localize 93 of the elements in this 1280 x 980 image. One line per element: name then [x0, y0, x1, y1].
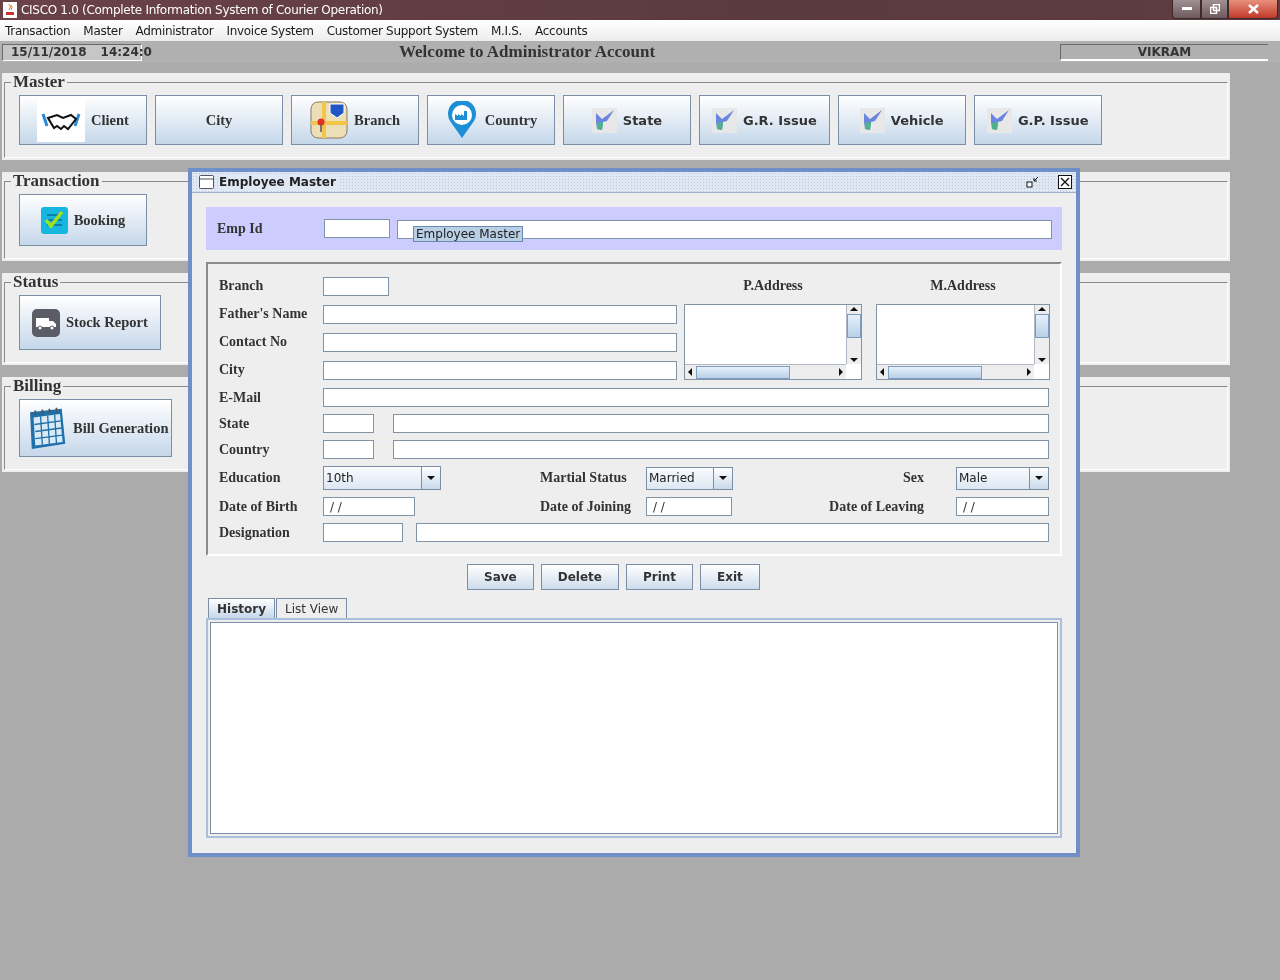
field-label: M.Address	[930, 278, 996, 294]
field-label: E-Mail	[219, 389, 261, 406]
module-button[interactable]: Branch	[291, 95, 419, 145]
action-button[interactable]: Print	[625, 564, 694, 590]
action-button[interactable]: Delete	[540, 564, 619, 590]
internal-window-title: Employee Master	[219, 175, 340, 189]
text-field[interactable]	[323, 440, 374, 459]
employee-name-field[interactable]	[397, 219, 1052, 239]
text-field[interactable]	[393, 440, 1049, 459]
field-label: Education	[219, 470, 281, 486]
minimize-icon	[1181, 7, 1192, 11]
text-field[interactable]	[323, 360, 677, 380]
truck-icon	[32, 308, 60, 337]
field-label: Date of Birth	[219, 498, 298, 515]
section-title: Master	[12, 73, 66, 91]
field-label: P.Address	[743, 278, 803, 294]
handshake-icon	[37, 98, 86, 142]
field-label: Sex	[903, 470, 925, 486]
module-button[interactable]: Booking	[19, 194, 147, 246]
vertical-scrollbar[interactable]	[846, 305, 861, 364]
text-field[interactable]	[323, 276, 389, 296]
horizontal-scrollbar[interactable]	[685, 364, 846, 379]
horizontal-scrollbar[interactable]	[877, 364, 1034, 379]
date-field[interactable]: / /	[956, 497, 1049, 516]
module-button[interactable]: State	[563, 95, 691, 145]
field-label: Country	[219, 441, 270, 458]
menu-item[interactable]: Master	[83, 23, 123, 38]
window-title: CISCO 1.0 (Complete Information System of Courier Operation)	[21, 3, 383, 17]
field-label: City	[219, 362, 245, 378]
field-label: Date of Leaving	[829, 498, 925, 515]
section-title: Transaction	[12, 172, 101, 190]
menu-item[interactable]: Invoice System	[226, 23, 314, 38]
map-icon	[310, 101, 349, 139]
region-map-icon	[986, 107, 1012, 133]
dropdown[interactable]: 10th	[323, 466, 441, 490]
field-label: Designation	[219, 524, 290, 541]
field-label: Branch	[219, 278, 264, 294]
window-icon	[199, 175, 214, 189]
module-button[interactable]: Bill Generation	[19, 399, 173, 457]
menu-item[interactable]: Transaction	[5, 23, 71, 38]
emp-id-field[interactable]	[324, 219, 390, 238]
module-button[interactable]: Country	[427, 95, 555, 145]
action-button[interactable]: Exit	[700, 564, 760, 590]
field-label: Martial Status	[540, 470, 627, 486]
app-icon	[3, 2, 17, 18]
text-field[interactable]	[323, 414, 374, 433]
text-field[interactable]	[323, 523, 403, 542]
tab[interactable]: List View	[276, 598, 348, 618]
time-text: 14:24:0	[100, 45, 152, 59]
module-button[interactable]: City	[155, 95, 283, 145]
action-button[interactable]: Save	[467, 564, 534, 590]
restore-icon[interactable]	[1026, 175, 1039, 189]
region-map-icon	[591, 107, 617, 133]
text-field[interactable]	[416, 523, 1049, 542]
restore-icon	[1209, 4, 1220, 14]
field-label: State	[219, 415, 250, 432]
text-field[interactable]	[323, 304, 677, 324]
text-field[interactable]	[393, 414, 1049, 433]
user-name: VIKRAM	[1060, 43, 1268, 61]
section-title: Status	[12, 273, 60, 291]
text-field[interactable]	[323, 332, 677, 352]
tooltip: Employee Master	[413, 226, 524, 243]
module-button[interactable]: G.R. Issue	[699, 95, 830, 145]
menu-item[interactable]: Administrator	[135, 23, 214, 38]
region-map-icon	[859, 107, 885, 133]
date-field[interactable]: / /	[646, 497, 732, 516]
welcome-heading: Welcome to Administrator Account	[399, 42, 656, 62]
field-label: Contact No	[219, 334, 288, 350]
vertical-scrollbar[interactable]	[1034, 305, 1049, 364]
close-button[interactable]	[1228, 0, 1278, 19]
date-text: 15/11/2018	[11, 45, 87, 59]
dropdown[interactable]: Married	[646, 466, 733, 490]
close-icon[interactable]	[1058, 175, 1072, 189]
module-button[interactable]: Stock Report	[19, 295, 161, 350]
menu-item[interactable]: Accounts	[535, 23, 588, 38]
close-icon	[1247, 4, 1259, 14]
field-label: Father's Name	[219, 306, 308, 322]
minimize-button[interactable]	[1172, 0, 1201, 19]
checklist-icon	[40, 206, 68, 234]
menu-item[interactable]: Customer Support System	[326, 23, 478, 38]
date-field[interactable]: / /	[323, 497, 415, 516]
field-label: Emp Id	[217, 220, 264, 237]
maximize-button[interactable]	[1201, 0, 1228, 19]
tab[interactable]: History	[208, 598, 276, 618]
menu-item[interactable]: M.I.S.	[490, 23, 523, 38]
field-label: Date of Joining	[540, 498, 631, 515]
section-title: Billing	[12, 377, 63, 395]
module-button[interactable]: Client	[19, 95, 147, 145]
module-button[interactable]: G.P. Issue	[973, 95, 1102, 145]
module-button[interactable]: Vehicle	[837, 95, 966, 145]
text-field[interactable]	[323, 388, 1049, 407]
region-map-icon	[712, 107, 737, 133]
dropdown[interactable]: Male	[956, 466, 1049, 490]
